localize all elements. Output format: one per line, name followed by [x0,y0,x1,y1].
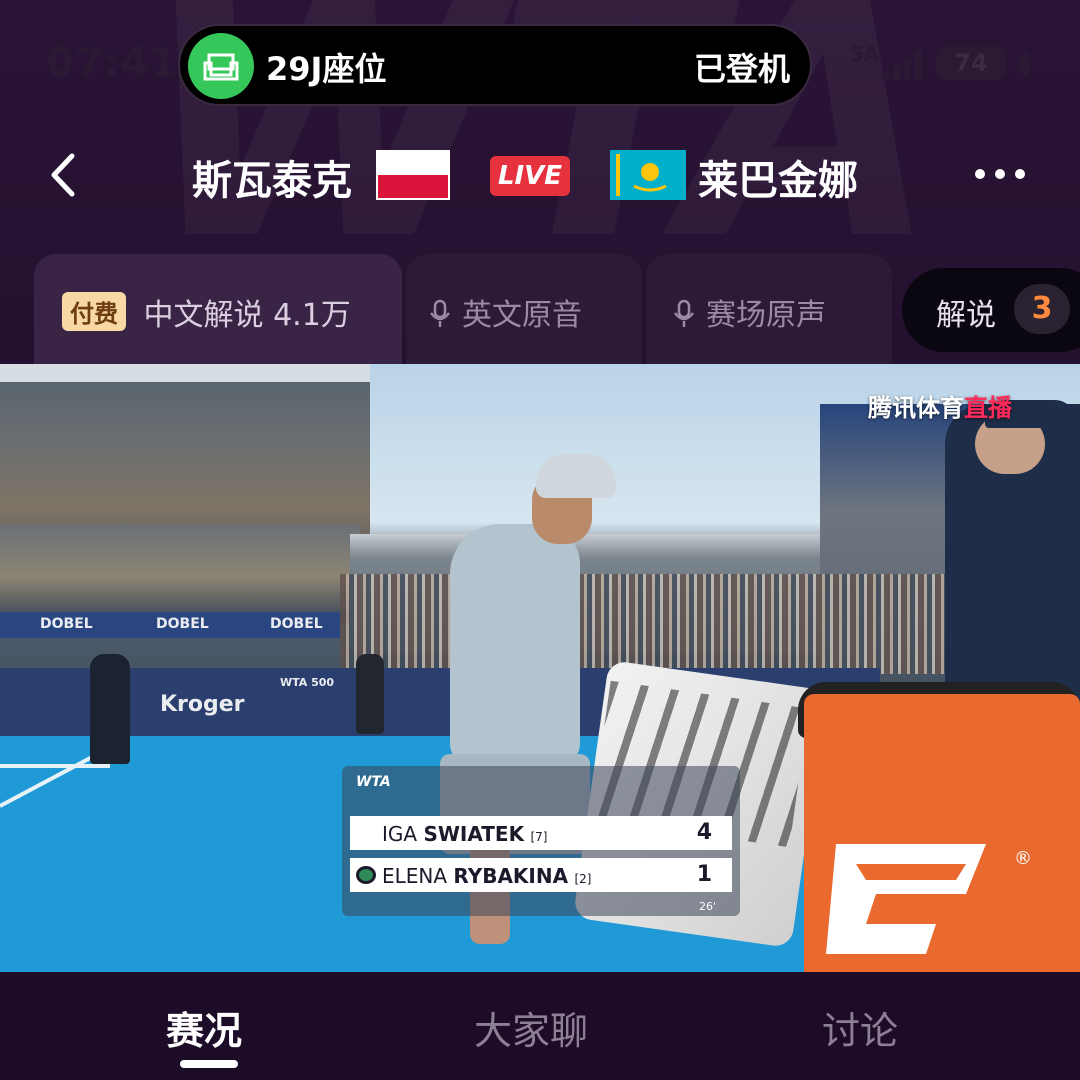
mic-icon [674,299,694,327]
app-screen: WTA 07:41 29J座位 已登机 5A 74 斯瓦泰克 LIVE [0,0,1080,1080]
viewer-count: 4.1万 [273,298,351,333]
more-icon[interactable] [972,162,1028,186]
player-seed: [2] [574,872,592,886]
flight-status: 已登机 [693,50,790,88]
tab-english-audio[interactable]: 英文原音 [406,254,642,366]
ball-kid [356,654,384,734]
signal-label: 5A [850,42,880,66]
court-official [945,400,1080,704]
poland-flag-icon [376,150,450,200]
broadcaster-name: 腾讯体育 [868,394,964,422]
player-first-name: ELENA [382,864,448,888]
player-score: 1 [696,862,712,887]
tab-chinese-commentary[interactable]: 付费 中文解说 4.1万 [34,254,402,366]
scoreboard-row: ELENA RYBAKINA [2] 1 [350,858,732,892]
battery-icon: 74 [936,46,1006,80]
back-button[interactable] [42,150,86,200]
tab-label: 赛场原声 [706,298,826,333]
commentary-button[interactable]: 解说 3 [902,268,1080,352]
player-name: IGA SWIATEK [7] [382,822,547,846]
player-first-name: IGA [382,822,418,846]
scoreboard-row: IGA SWIATEK [7] 4 [350,816,732,850]
serve-indicator-icon [356,866,376,884]
gatorade-logo-icon [826,844,986,954]
player-score: 4 [696,820,712,845]
seat-icon [188,33,254,99]
live-badge: LIVE [490,156,570,196]
video-player[interactable]: DOBEL DOBEL DOBEL Kroger WTA 500 ® 腾讯体育直… [0,364,1080,972]
paid-badge: 付费 [62,292,126,331]
player-right-name: 莱巴金娜 [698,158,858,204]
ad-text: DOBEL [156,616,209,632]
tab-venue-audio[interactable]: 赛场原声 [646,254,892,366]
broadcaster-live-tag: 直播 [964,394,1012,422]
tab-match-status[interactable]: 赛况 [166,1000,242,1055]
match-elapsed-time: 26' [698,900,716,913]
active-tab-indicator [180,1060,238,1068]
tab-group-chat[interactable]: 大家聊 [474,1000,588,1055]
flight-seat: 29J座位 [266,50,387,88]
tab-label: 英文原音 [462,298,582,333]
flight-live-activity[interactable]: 29J座位 已登机 [178,24,812,106]
ad-board: DOBEL DOBEL DOBEL [0,612,340,638]
player-seed: [7] [530,830,548,844]
kazakhstan-flag-icon [610,150,686,200]
broadcaster-logo: 腾讯体育直播 [868,388,1012,423]
court-line [0,764,110,768]
ad-text: DOBEL [40,616,93,632]
scoreboard: WTA IGA SWIATEK [7] 4 ELENA RYBAKINA [2]… [342,766,740,916]
status-time: 07:41 [46,40,179,86]
line-judge [90,654,130,764]
player-left-name: 斯瓦泰克 [192,158,352,204]
scoreboard-brand: WTA [356,774,391,790]
ad-text: DOBEL [270,616,323,632]
player-last-name: RYBAKINA [453,864,569,888]
player-name: ELENA RYBAKINA [2] [382,864,591,888]
commentary-label: 解说 [936,298,996,333]
registered-mark: ® [1014,848,1032,869]
stadium-glass [0,524,360,614]
player-last-name: SWIATEK [423,822,525,846]
commentary-count: 3 [1014,284,1070,334]
ad-text: Kroger [160,692,245,717]
leaf-icon [1018,52,1032,76]
signal-icon [882,50,922,80]
ad-text: WTA 500 [280,676,335,689]
mic-icon [430,299,450,327]
tab-label: 中文解说 [143,298,264,333]
bottom-tab-bar: 赛况 大家聊 讨论 [0,972,1080,1080]
tab-discussion[interactable]: 讨论 [822,1000,898,1055]
